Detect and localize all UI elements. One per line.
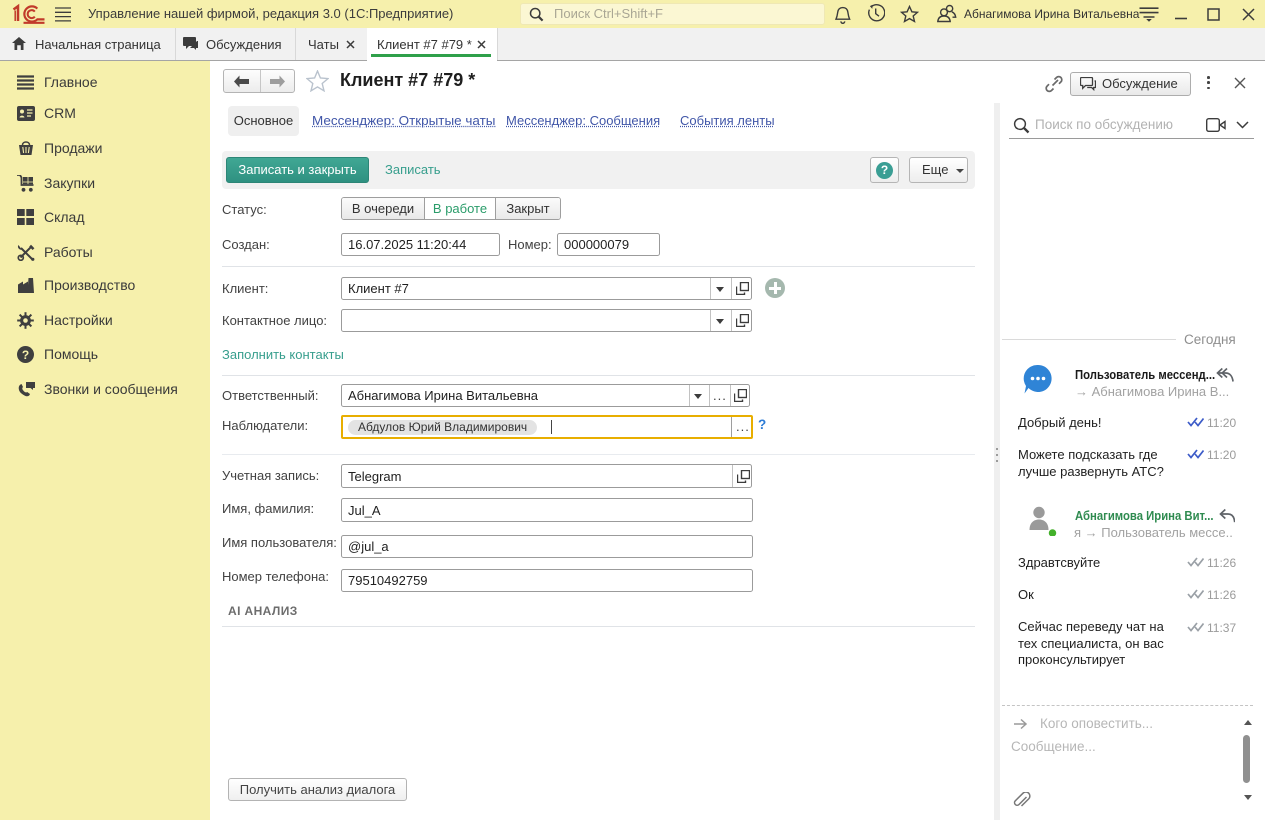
svg-text:?: ? <box>22 347 29 361</box>
